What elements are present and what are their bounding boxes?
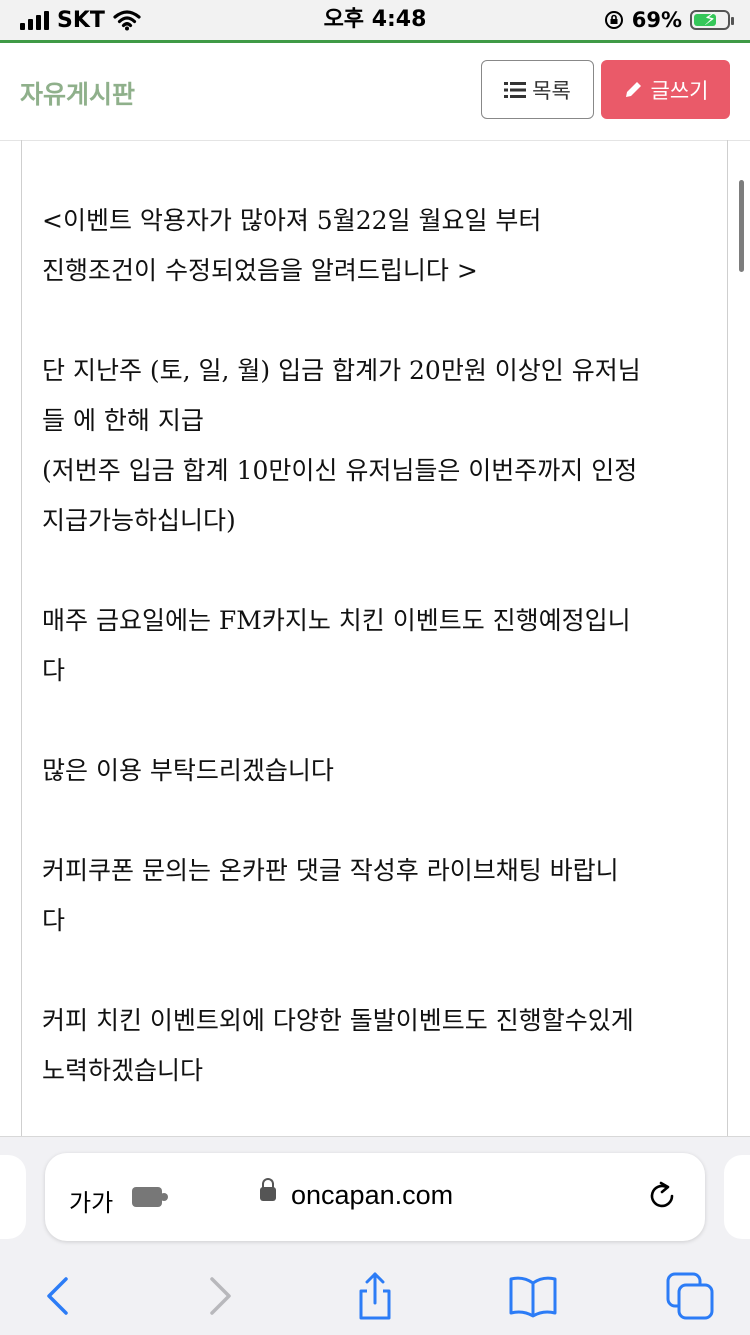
prev-tab-card[interactable] [0, 1155, 26, 1239]
post-content: <이벤트 악용자가 많아져 5월22일 월요일 부터 진행조건이 수정되었음을 … [21, 140, 728, 1136]
nav-row [0, 1265, 750, 1325]
scrollbar[interactable] [739, 180, 744, 272]
post-paragraph: 매주 금요일에는 FM카지노 치킨 이벤트도 진행예정입니 다 [42, 606, 631, 685]
post-paragraph: 커피쿠폰 문의는 온카판 댓글 작성후 라이브채팅 바랍니 다 [42, 856, 619, 935]
tabs-icon[interactable] [665, 1271, 715, 1321]
reload-icon[interactable] [645, 1179, 679, 1213]
status-right: 69% ⚡ [604, 6, 734, 34]
write-button[interactable]: 글쓰기 [601, 60, 730, 119]
write-button-label: 글쓰기 [650, 78, 709, 103]
back-icon[interactable] [33, 1271, 83, 1321]
bookmarks-icon[interactable] [508, 1271, 558, 1321]
board-header: 자유게시판 목록 글쓰기 [0, 43, 750, 141]
list-button-label: 목록 [532, 78, 571, 103]
lock-icon [260, 1178, 276, 1201]
list-button[interactable]: 목록 [481, 60, 594, 119]
post-paragraph: 많은 이용 부탁드리겠습니다 [42, 756, 334, 785]
board-title[interactable]: 자유게시판 [20, 75, 135, 111]
url-text[interactable]: oncapan.com [291, 1180, 453, 1211]
post-paragraph: 커피 치킨 이벤트외에 다양한 돌발이벤트도 진행할수있게 노력하겠습니다 [42, 1006, 634, 1085]
battery-icon: ⚡ [690, 9, 734, 30]
orientation-lock-icon [604, 11, 623, 29]
text-size-button[interactable]: 가가 [69, 1183, 113, 1218]
next-tab-card[interactable] [724, 1155, 750, 1239]
post-body: <이벤트 악용자가 많아져 5월22일 월요일 부터 진행조건이 수정되었음을 … [42, 196, 707, 1146]
post-paragraph: 단 지난주 (토, 일, 월) 입금 합계가 20만원 이상인 유저님 들 에 … [42, 356, 641, 535]
address-bar[interactable]: 가가 oncapan.com [45, 1153, 705, 1241]
status-bar: SKT 오후 4:48 69% ⚡ [0, 0, 750, 40]
battery-percent: 69% [631, 8, 682, 32]
pencil-icon [625, 81, 641, 97]
post-paragraph: <이벤트 악용자가 많아져 5월22일 월요일 부터 진행조건이 수정되었음을 … [42, 206, 542, 285]
share-icon[interactable] [350, 1271, 400, 1321]
extension-icon[interactable] [132, 1187, 168, 1207]
browser-toolbar: 가가 oncapan.com [0, 1136, 750, 1335]
forward-icon[interactable] [195, 1271, 245, 1321]
list-icon [504, 81, 527, 98]
